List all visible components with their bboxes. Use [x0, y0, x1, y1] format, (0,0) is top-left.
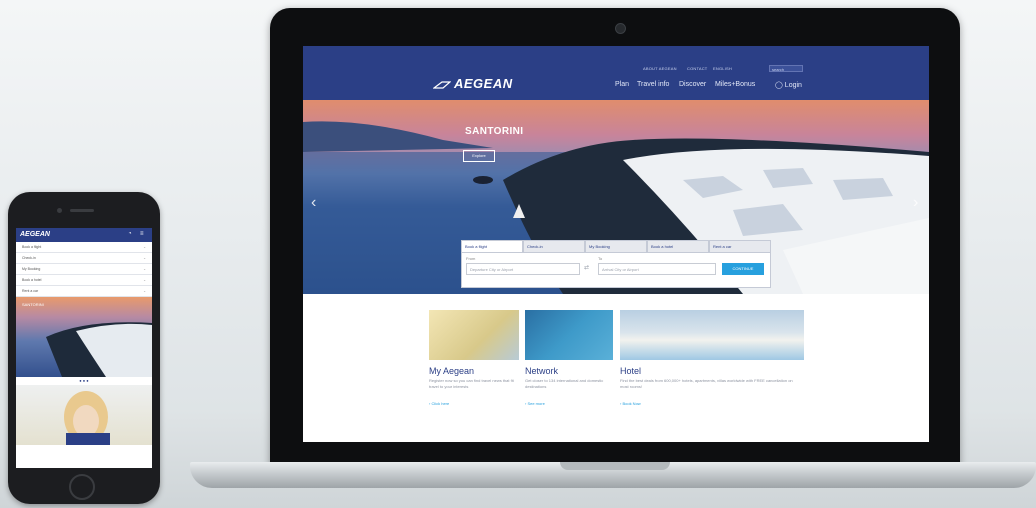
phone-header: AEGEAN ◔ ≡ — [16, 228, 152, 242]
booking-form: From To Departure City or Airport ⇄ Arri… — [461, 253, 771, 288]
card-link-label: See more — [527, 401, 545, 406]
phone-home-button[interactable] — [69, 474, 95, 500]
tab-book-flight[interactable]: Book a flight — [461, 240, 523, 253]
brand-name: AEGEAN — [454, 76, 513, 91]
tab-book-hotel[interactable]: Book a hotel — [647, 240, 709, 253]
laptop-notch — [560, 462, 670, 470]
phone-speaker — [70, 209, 94, 212]
hero-explore-button[interactable]: Explore — [463, 150, 495, 162]
tab-rent-car[interactable]: Rent a car — [709, 240, 771, 253]
phone-menu-label: Book a hotel — [22, 278, 42, 282]
card-text: Get closer to 134 international and dome… — [525, 378, 604, 389]
tab-my-booking[interactable]: My Booking — [585, 240, 647, 253]
promo-cards: My Aegean Register now so you can find t… — [429, 310, 809, 430]
user-icon: ◯ — [775, 82, 783, 89]
to-label: To — [598, 256, 603, 261]
card-my-aegean-image — [429, 310, 519, 360]
card-hotel-image — [620, 310, 804, 360]
hero-banner: SANTORINI Explore ‹ › Book a flight Chec… — [303, 100, 929, 294]
phone-menu-label: Check-in — [22, 256, 36, 260]
chevron-down-icon: ⌄ — [143, 278, 146, 282]
card-title: Hotel — [620, 366, 642, 376]
nav-login[interactable]: ◯ Login — [775, 81, 802, 89]
site-header: AEGEAN ABOUT AEGEAN CONTACT ENGLISH sear… — [303, 46, 929, 100]
laptop-screen: AEGEAN ABOUT AEGEAN CONTACT ENGLISH sear… — [303, 46, 929, 442]
chevron-down-icon: ⌄ — [143, 289, 146, 293]
card-network: Network Get closer to 134 international … — [525, 310, 613, 406]
phone-menu-item[interactable]: Book a flight ⌄ — [16, 242, 152, 253]
phone-brand-logo[interactable]: AEGEAN — [20, 231, 50, 238]
phone-menu-item[interactable]: My Booking ⌄ — [16, 264, 152, 275]
phone-menu-item[interactable]: Check-in ⌄ — [16, 253, 152, 264]
phone-hero-title: SANTORINI — [22, 302, 44, 307]
chevron-down-icon: ⌄ — [143, 245, 146, 249]
card-link[interactable]: › Click here — [429, 401, 519, 406]
user-icon[interactable]: ◔ — [128, 231, 132, 237]
nav-login-label: Login — [784, 82, 802, 89]
card-title: My Aegean — [429, 366, 475, 376]
booking-widget: Book a flight Check-in My Booking Book a… — [461, 240, 771, 288]
phone-screen: AEGEAN ◔ ≡ Book a flight ⌄ Check-in ⌄ My B… — [16, 228, 152, 468]
card-link-label: Book Now — [622, 401, 641, 406]
swap-icon[interactable]: ⇄ — [584, 264, 589, 271]
card-title: Network — [525, 366, 559, 376]
phone-menu-label: Book a flight — [22, 245, 42, 249]
phone-menu-item[interactable]: Rent a car ⌄ — [16, 286, 152, 297]
tab-check-in[interactable]: Check-in — [523, 240, 585, 253]
carousel-next-icon[interactable]: › — [913, 194, 918, 212]
card-my-aegean: My Aegean Register now so you can find t… — [429, 310, 519, 406]
phone-menu-label: My Booking — [22, 267, 41, 271]
phone-menu-label: Rent a car — [22, 289, 39, 293]
laptop-camera — [615, 23, 626, 34]
utility-language-link[interactable]: ENGLISH — [713, 66, 732, 71]
nav-plan[interactable]: Plan — [615, 81, 629, 88]
nav-travel-info[interactable]: Travel info — [637, 81, 669, 88]
carousel-prev-icon[interactable]: ‹ — [311, 194, 316, 212]
nav-miles-bonus[interactable]: Miles+Bonus — [715, 81, 755, 88]
phone-camera — [57, 208, 62, 213]
utility-contact-link[interactable]: CONTACT — [687, 66, 707, 71]
hero-title: SANTORINI — [465, 126, 524, 137]
card-link[interactable]: › Book Now — [620, 401, 804, 406]
chevron-down-icon: ⌄ — [143, 256, 146, 260]
menu-icon[interactable]: ≡ — [140, 231, 144, 237]
card-text: Find the best deals from 600,000+ hotels… — [620, 378, 793, 389]
card-link-label: Click here — [431, 401, 450, 406]
phone-promo-photo — [64, 391, 110, 445]
card-network-image — [525, 310, 613, 360]
from-label: From — [466, 256, 476, 261]
carousel-dots[interactable]: ● ● ● — [16, 377, 152, 385]
card-hotel: Hotel Find the best deals from 600,000+ … — [620, 310, 804, 406]
arrival-input[interactable]: Arrival City or Airport — [598, 263, 716, 275]
card-text: Register now so you can find travel news… — [429, 378, 514, 389]
aegean-logo-icon — [433, 80, 451, 89]
utility-about-link[interactable]: ABOUT AEGEAN — [643, 66, 677, 71]
continue-button[interactable]: CONTINUE — [722, 263, 764, 275]
card-link[interactable]: › See more — [525, 401, 613, 406]
header-search-input[interactable]: search — [769, 65, 803, 72]
phone-hero: SANTORINI — [16, 297, 152, 377]
departure-input[interactable]: Departure City or Airport — [466, 263, 580, 275]
nav-discover[interactable]: Discover — [679, 81, 706, 88]
chevron-down-icon: ⌄ — [143, 267, 146, 271]
phone-promo-image — [16, 385, 152, 445]
booking-tabs: Book a flight Check-in My Booking Book a… — [461, 240, 771, 253]
phone-menu-item[interactable]: Book a hotel ⌄ — [16, 275, 152, 286]
phone-hero-image — [46, 322, 152, 377]
brand-logo[interactable]: AEGEAN — [433, 76, 513, 91]
